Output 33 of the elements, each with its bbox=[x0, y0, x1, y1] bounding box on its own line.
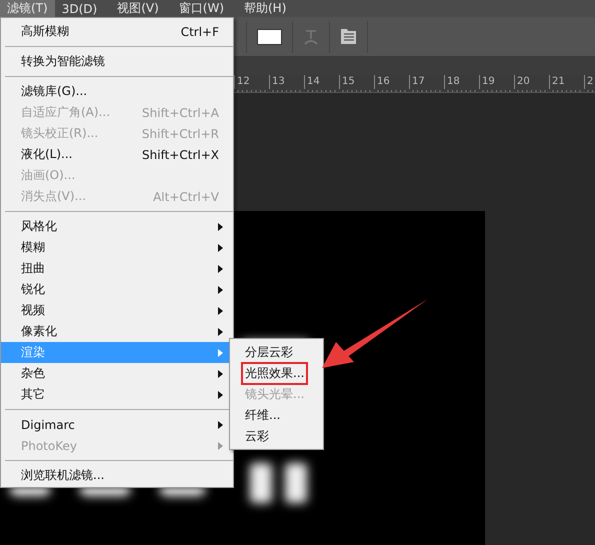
menu-item[interactable]: 滤镜库(G)... bbox=[1, 81, 233, 102]
color-swatch[interactable] bbox=[257, 28, 282, 44]
menu-item[interactable]: 模糊 bbox=[1, 237, 233, 258]
submenu-item[interactable]: 纤维... bbox=[230, 405, 323, 426]
menu-title[interactable]: 视图(V) bbox=[110, 0, 166, 17]
ruler-number: 16 bbox=[374, 75, 409, 89]
menu-item[interactable]: 风格化 bbox=[1, 216, 233, 237]
menu-item[interactable]: 转换为智能滤镜 bbox=[1, 51, 233, 72]
menu-title[interactable]: 滤镜(T) bbox=[0, 0, 55, 17]
ruler-number: 13 bbox=[269, 75, 304, 89]
submenu-item[interactable]: 分层云彩 bbox=[230, 342, 323, 363]
menu-item[interactable]: 锐化 bbox=[1, 279, 233, 300]
ruler-number: 14 bbox=[304, 75, 339, 89]
menu-item[interactable]: 液化(L)... Shift+Ctrl+X bbox=[1, 144, 233, 165]
ruler-number: 15 bbox=[339, 75, 374, 89]
ruler-number: 19 bbox=[479, 75, 514, 89]
ruler-number: 18 bbox=[444, 75, 479, 89]
menu-item[interactable]: Digimarc bbox=[1, 414, 233, 435]
ruler-number: 2 bbox=[584, 75, 595, 89]
menu-item[interactable]: 浏览联机滤镜... bbox=[1, 465, 233, 486]
ruler-number: 21 bbox=[549, 75, 584, 89]
menu-item[interactable]: 杂色 bbox=[1, 363, 233, 384]
ruler-number: 17 bbox=[409, 75, 444, 89]
menu-item[interactable]: 扭曲 bbox=[1, 258, 233, 279]
menu-title[interactable]: 3D(D) bbox=[54, 0, 104, 17]
ruler-number: 20 bbox=[514, 75, 549, 89]
menu-item[interactable]: 像素化 bbox=[1, 321, 233, 342]
panel-icon[interactable] bbox=[340, 28, 357, 45]
menu-item[interactable]: 其它 bbox=[1, 384, 233, 405]
menu-item[interactable]: 视频 bbox=[1, 300, 233, 321]
menu-title[interactable]: 帮助(H) bbox=[237, 0, 294, 17]
menu-title[interactable]: 窗口(W) bbox=[172, 0, 231, 17]
submenu-item[interactable]: 云彩 bbox=[230, 426, 323, 447]
